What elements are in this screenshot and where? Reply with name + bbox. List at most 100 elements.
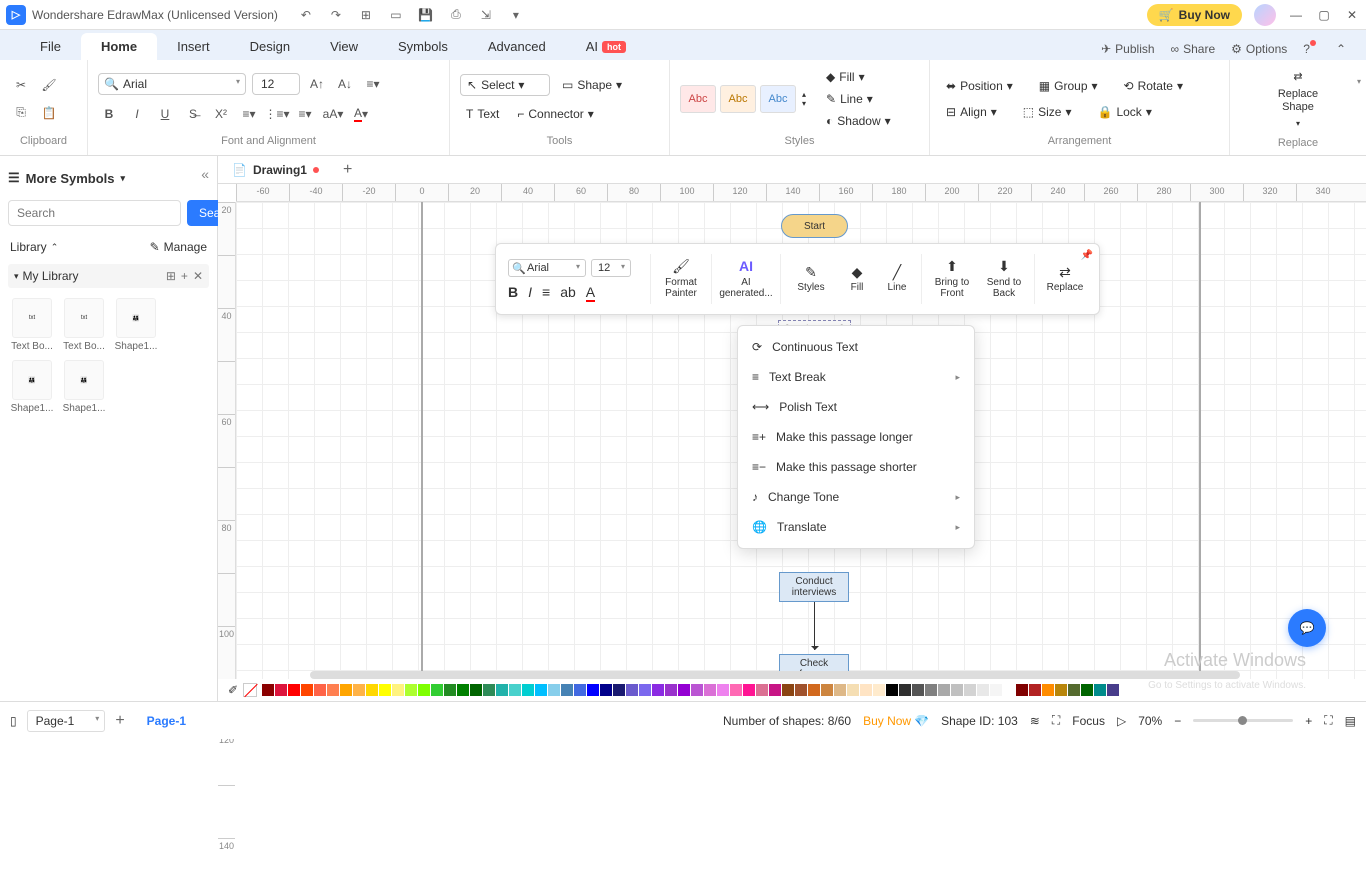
tab-view[interactable]: View xyxy=(310,33,378,60)
collapse-ribbon-button[interactable]: ⌃ xyxy=(1336,42,1346,56)
document-tab[interactable]: 📄 Drawing1 xyxy=(218,159,333,181)
print-icon[interactable]: ⎙ xyxy=(448,7,464,23)
color-swatch[interactable] xyxy=(327,684,339,696)
zoom-in-icon[interactable]: + xyxy=(1305,714,1312,728)
color-swatch[interactable] xyxy=(860,684,872,696)
group-button[interactable]: ▦ Group▾ xyxy=(1033,76,1104,96)
fit-page-icon[interactable]: ⛶ xyxy=(1324,713,1332,728)
color-swatch[interactable] xyxy=(626,684,638,696)
color-swatch[interactable] xyxy=(587,684,599,696)
highlight-icon[interactable]: ab xyxy=(560,284,576,300)
font-color-icon[interactable]: A▾ xyxy=(350,103,372,125)
color-swatch[interactable] xyxy=(496,684,508,696)
fullscreen-icon[interactable]: ⛶ xyxy=(1052,713,1060,728)
color-swatch[interactable] xyxy=(847,684,859,696)
shape-item[interactable]: 👨‍👩‍👧Shape1... xyxy=(114,298,158,352)
color-swatch[interactable] xyxy=(600,684,612,696)
decrease-font-icon[interactable]: A↓ xyxy=(334,73,356,95)
shadow-button[interactable]: ◐ Shadow▾ xyxy=(820,111,897,131)
qat-more-icon[interactable]: ▾ xyxy=(508,7,524,23)
style-up-icon[interactable]: ▴ xyxy=(802,90,806,99)
line-button[interactable]: ╱Line xyxy=(879,248,915,310)
connector-tool-button[interactable]: ⌐ Connector▾ xyxy=(511,104,599,124)
page-select[interactable]: Page-1 ▾ xyxy=(27,710,106,732)
color-swatch[interactable] xyxy=(808,684,820,696)
italic-icon[interactable]: I xyxy=(126,103,148,125)
float-font-select[interactable]: 🔍Arial▾ xyxy=(508,259,586,277)
color-swatch[interactable] xyxy=(418,684,430,696)
presentation-icon[interactable]: ▷ xyxy=(1117,714,1126,728)
flowchart-conduct[interactable]: Conduct interviews xyxy=(779,572,849,602)
add-icon[interactable]: + xyxy=(181,269,188,283)
page-layout-icon[interactable]: ▯ xyxy=(10,714,17,728)
minimize-icon[interactable]: — xyxy=(1288,7,1304,23)
options-button[interactable]: ⚙Options xyxy=(1231,42,1287,56)
rotate-button[interactable]: ⟲ Rotate▾ xyxy=(1118,76,1189,96)
color-swatch[interactable] xyxy=(431,684,443,696)
color-swatch[interactable] xyxy=(1055,684,1067,696)
color-swatch[interactable] xyxy=(535,684,547,696)
avatar[interactable] xyxy=(1254,4,1276,26)
color-swatch[interactable] xyxy=(951,684,963,696)
color-swatch[interactable] xyxy=(1003,684,1015,696)
zoom-slider-thumb[interactable] xyxy=(1238,716,1247,725)
color-swatch[interactable] xyxy=(912,684,924,696)
style-down-icon[interactable]: ▾ xyxy=(802,99,806,108)
color-swatch[interactable] xyxy=(366,684,378,696)
font-size-select[interactable]: 12 ▾ xyxy=(252,73,300,95)
tab-file[interactable]: File xyxy=(20,33,81,60)
buy-now-button[interactable]: 🛒 Buy Now xyxy=(1147,4,1242,26)
eyedropper-icon[interactable]: ✐ xyxy=(228,683,238,697)
color-swatch[interactable] xyxy=(509,684,521,696)
ctx-item-translate[interactable]: 🌐Translate▸ xyxy=(738,512,974,542)
color-swatch[interactable] xyxy=(1016,684,1028,696)
tab-ai[interactable]: AI hot xyxy=(566,33,646,60)
zoom-level[interactable]: 70% xyxy=(1138,714,1162,728)
my-library-header[interactable]: ▾ My Library ⊞ + ✕ xyxy=(8,264,209,288)
cut-icon[interactable]: ✂ xyxy=(10,74,32,96)
color-swatch[interactable] xyxy=(925,684,937,696)
tab-symbols[interactable]: Symbols xyxy=(378,33,468,60)
number-list-icon[interactable]: ≡▾ xyxy=(294,103,316,125)
shape-item[interactable]: 👨‍👩‍👧Shape1... xyxy=(62,360,106,414)
flowchart-connector[interactable] xyxy=(814,602,815,650)
position-button[interactable]: ⬌ Position▾ xyxy=(940,76,1019,96)
panel-toggle-icon[interactable]: ▤ xyxy=(1345,714,1356,728)
color-swatch[interactable] xyxy=(379,684,391,696)
focus-button[interactable]: Focus xyxy=(1072,714,1105,728)
horizontal-scrollbar[interactable] xyxy=(310,671,1240,679)
color-swatch[interactable] xyxy=(457,684,469,696)
color-swatch[interactable] xyxy=(873,684,885,696)
color-swatch[interactable] xyxy=(730,684,742,696)
color-swatch[interactable] xyxy=(353,684,365,696)
open-icon[interactable]: ▭ xyxy=(388,7,404,23)
ctx-item-change-tone[interactable]: ♪Change Tone▸ xyxy=(738,482,974,512)
shape-item[interactable]: txtText Bo... xyxy=(10,298,54,352)
bullet-icon[interactable]: ⋮≡▾ xyxy=(266,103,288,125)
ctx-item-make-this-passage-shorter[interactable]: ≡−Make this passage shorter xyxy=(738,452,974,482)
color-swatch[interactable] xyxy=(964,684,976,696)
line-spacing-icon[interactable]: ≡▾ xyxy=(238,103,260,125)
publish-button[interactable]: ✈Publish xyxy=(1101,42,1154,56)
font-color-icon[interactable]: A xyxy=(586,284,595,300)
size-button[interactable]: ⬚ Size▾ xyxy=(1017,102,1078,122)
color-swatch[interactable] xyxy=(1107,684,1119,696)
add-tab-button[interactable]: + xyxy=(333,157,362,183)
color-swatch[interactable] xyxy=(769,684,781,696)
zoom-slider[interactable] xyxy=(1193,719,1293,722)
color-swatch[interactable] xyxy=(665,684,677,696)
add-page-button[interactable]: + xyxy=(115,712,124,730)
share-button[interactable]: ∞Share xyxy=(1171,42,1216,56)
status-buy-now[interactable]: Buy Now 💎 xyxy=(863,714,929,728)
text-tool-button[interactable]: T Text xyxy=(460,104,505,124)
color-swatch[interactable] xyxy=(314,684,326,696)
color-swatch[interactable] xyxy=(1068,684,1080,696)
format-painter-button[interactable]: 🖌Format Painter xyxy=(657,248,705,310)
manage-button[interactable]: ✎ Manage xyxy=(150,240,207,254)
line-button[interactable]: ✎ Line▾ xyxy=(820,89,897,109)
color-swatch[interactable] xyxy=(899,684,911,696)
shape-item[interactable]: 👨‍👩‍👧Shape1... xyxy=(10,360,54,414)
text-case-icon[interactable]: aA▾ xyxy=(322,103,344,125)
grid-view-icon[interactable]: ⊞ xyxy=(166,269,176,283)
float-size-select[interactable]: 12▾ xyxy=(591,259,631,277)
